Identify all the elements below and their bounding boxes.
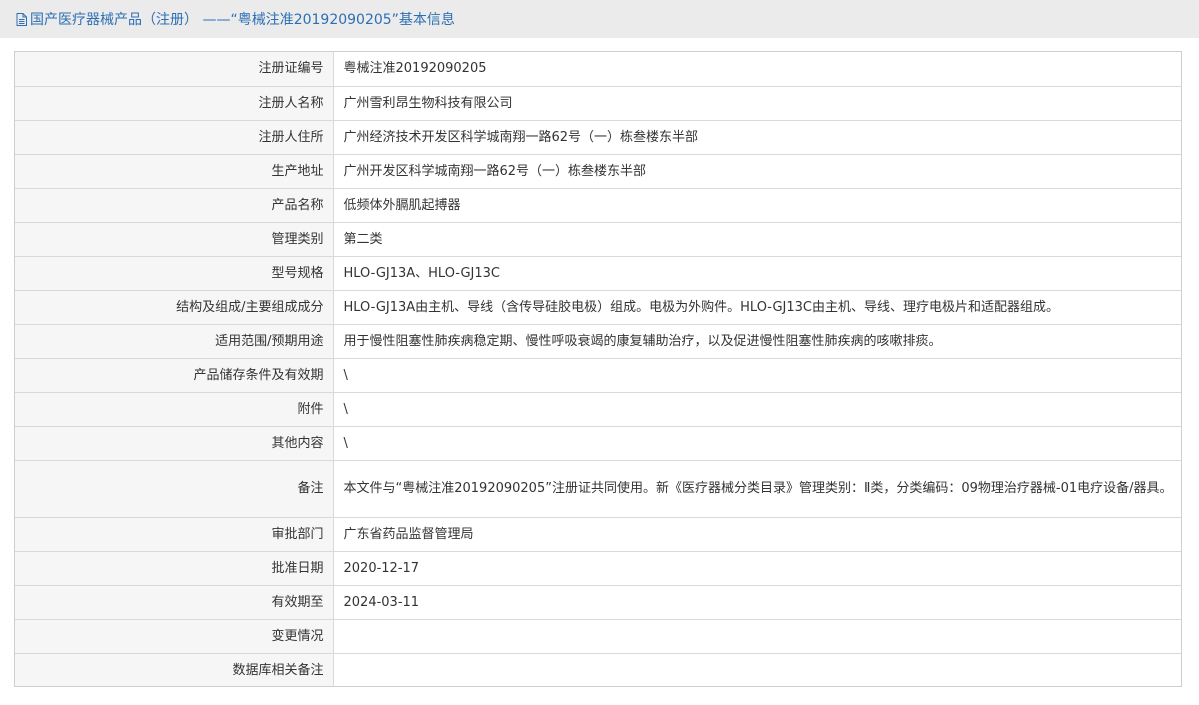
table-row: 其他内容 \ [15,426,1181,461]
table-row: 注册人住所 广州经济技术开发区科学城南翔一路62号（一）栋叁楼东半部 [15,120,1181,155]
table-row: 数据库相关备注 [15,653,1181,686]
table-row: 适用范围/预期用途 用于慢性阻塞性肺疾病稳定期、慢性呼吸衰竭的康复辅助治疗，以及… [15,324,1181,359]
row-label: 结构及组成/主要组成成分 [15,290,334,325]
row-label: 产品名称 [15,188,334,223]
row-value: HLO-GJ13A、HLO-GJ13C [333,256,1181,291]
table-row: 生产地址 广州开发区科学城南翔一路62号（一）栋叁楼东半部 [15,154,1181,189]
info-table-wrapper: 注册证编号 粤械注准20192090205 注册人名称 广州雪利昂生物科技有限公… [14,51,1182,687]
row-label: 附件 [15,392,334,427]
row-label: 数据库相关备注 [15,653,334,686]
row-label: 有效期至 [15,585,334,620]
row-value: 第二类 [333,222,1181,257]
row-value: \ [333,392,1181,427]
row-value [333,619,1181,654]
table-row: 管理类别 第二类 [15,222,1181,257]
row-label: 变更情况 [15,619,334,654]
row-label: 管理类别 [15,222,334,257]
table-row: 产品储存条件及有效期 \ [15,358,1181,393]
row-label: 备注 [15,460,334,518]
row-value: \ [333,426,1181,461]
row-value: 用于慢性阻塞性肺疾病稳定期、慢性呼吸衰竭的康复辅助治疗，以及促进慢性阻塞性肺疾病… [333,324,1181,359]
row-label: 批准日期 [15,551,334,586]
row-value: 低频体外膈肌起搏器 [333,188,1181,223]
title-bar: 国产医疗器械产品（注册） ——“粤械注准20192090205”基本信息 [0,0,1199,38]
table-row: 型号规格 HLO-GJ13A、HLO-GJ13C [15,256,1181,291]
row-value: 广州开发区科学城南翔一路62号（一）栋叁楼东半部 [333,154,1181,189]
row-value: 广东省药品监督管理局 [333,517,1181,552]
table-row: 批准日期 2020-12-17 [15,551,1181,586]
table-row: 审批部门 广东省药品监督管理局 [15,517,1181,552]
table-row: 备注 本文件与“粤械注准20192090205”注册证共同使用。新《医疗器械分类… [15,460,1181,518]
row-label: 注册人名称 [15,86,334,121]
row-value [333,653,1181,686]
row-value: 粤械注准20192090205 [333,52,1181,87]
table-row: 附件 \ [15,392,1181,427]
row-value: 2020-12-17 [333,551,1181,586]
row-label: 注册人住所 [15,120,334,155]
table-row: 有效期至 2024-03-11 [15,585,1181,620]
row-value: 2024-03-11 [333,585,1181,620]
row-label: 适用范围/预期用途 [15,324,334,359]
row-label: 产品储存条件及有效期 [15,358,334,393]
table-row: 产品名称 低频体外膈肌起搏器 [15,188,1181,223]
row-label: 型号规格 [15,256,334,291]
table-row: 结构及组成/主要组成成分 HLO-GJ13A由主机、导线（含传导硅胶电极）组成。… [15,290,1181,325]
document-icon [15,12,27,26]
row-value: \ [333,358,1181,393]
row-value: 本文件与“粤械注准20192090205”注册证共同使用。新《医疗器械分类目录》… [333,460,1181,518]
row-value: HLO-GJ13A由主机、导线（含传导硅胶电极）组成。电极为外购件。HLO-GJ… [333,290,1181,325]
info-table: 注册证编号 粤械注准20192090205 注册人名称 广州雪利昂生物科技有限公… [15,52,1181,686]
row-label: 注册证编号 [15,52,334,87]
table-row: 变更情况 [15,619,1181,654]
table-row: 注册人名称 广州雪利昂生物科技有限公司 [15,86,1181,121]
table-row: 注册证编号 粤械注准20192090205 [15,52,1181,87]
page: 国产医疗器械产品（注册） ——“粤械注准20192090205”基本信息 注册证… [0,0,1199,705]
row-label: 其他内容 [15,426,334,461]
row-value: 广州经济技术开发区科学城南翔一路62号（一）栋叁楼东半部 [333,120,1181,155]
row-label: 审批部门 [15,517,334,552]
row-value: 广州雪利昂生物科技有限公司 [333,86,1181,121]
page-title: 国产医疗器械产品（注册） ——“粤械注准20192090205”基本信息 [30,12,455,28]
row-label: 生产地址 [15,154,334,189]
